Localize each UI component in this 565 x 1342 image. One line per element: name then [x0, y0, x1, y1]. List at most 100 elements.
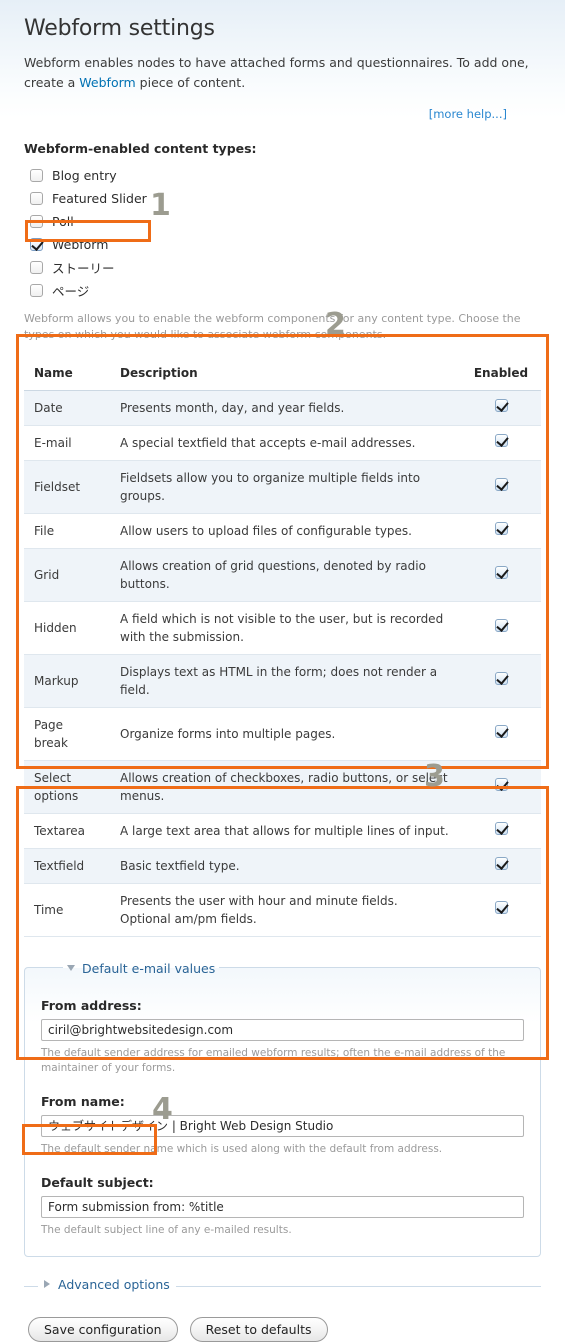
- checkbox-enabled-markup[interactable]: [494, 672, 508, 685]
- more-help-row: [more help...]: [24, 107, 541, 121]
- from-name-input[interactable]: [41, 1114, 524, 1137]
- component-description: Allows creation of checkboxes, radio but…: [110, 760, 461, 814]
- component-description: Organize forms into multiple pages.: [110, 707, 461, 761]
- component-description: Fieldsets allow you to organize multiple…: [110, 460, 461, 514]
- checkbox-enabled-textfield[interactable]: [494, 857, 508, 870]
- component-name: Time: [24, 883, 110, 937]
- component-name: Page break: [24, 707, 110, 761]
- content-types-list: Blog entry Featured Slider Poll Webform …: [24, 164, 541, 302]
- table-row: File Allow users to upload files of conf…: [24, 513, 541, 549]
- checkbox-webform[interactable]: [30, 238, 43, 251]
- component-name: Hidden: [24, 601, 110, 655]
- content-type-label: Poll: [52, 214, 74, 229]
- default-email-values-fieldset: Default e-mail values From address: The …: [24, 959, 541, 1257]
- table-header-row: Name Description Enabled: [24, 357, 541, 391]
- component-description: Displays text as HTML in the form; does …: [110, 654, 461, 708]
- component-description: Allows creation of grid questions, denot…: [110, 548, 461, 602]
- checkbox-enabled-textarea[interactable]: [494, 822, 508, 835]
- save-configuration-button[interactable]: Save configuration: [28, 1316, 178, 1342]
- component-description: Presents the user with hour and minute f…: [110, 883, 461, 937]
- content-types-label: Webform-enabled content types:: [24, 141, 257, 156]
- checkbox-enabled-fieldset[interactable]: [494, 478, 508, 491]
- table-row: Time Presents the user with hour and min…: [24, 883, 541, 937]
- checkbox-blog-entry[interactable]: [30, 169, 43, 182]
- component-description: A large text area that allows for multip…: [110, 813, 461, 849]
- checkbox-poll[interactable]: [30, 215, 43, 228]
- page-intro: Webform enables nodes to have attached f…: [24, 53, 534, 93]
- component-enabled-cell: [461, 548, 541, 602]
- table-row: Textarea A large text area that allows f…: [24, 813, 541, 849]
- default-email-values-legend-label: Default e-mail values: [82, 960, 216, 976]
- component-description: Presents month, day, and year fields.: [110, 390, 461, 426]
- component-name: File: [24, 513, 110, 549]
- component-enabled-cell: [461, 707, 541, 761]
- reset-to-defaults-button[interactable]: Reset to defaults: [189, 1316, 328, 1342]
- content-type-label: Featured Slider: [52, 191, 147, 206]
- content-type-row[interactable]: ページ: [24, 279, 541, 302]
- component-enabled-cell: [461, 883, 541, 937]
- column-header-description: Description: [110, 357, 461, 391]
- component-description: A special textfield that accepts e-mail …: [110, 425, 461, 461]
- component-name: E-mail: [24, 425, 110, 461]
- content-type-row[interactable]: Featured Slider: [24, 187, 541, 210]
- component-enabled-cell: [461, 813, 541, 849]
- component-name: Date: [24, 390, 110, 426]
- checkbox-enabled-time[interactable]: [494, 901, 508, 914]
- checkbox-enabled-file[interactable]: [494, 522, 508, 535]
- from-address-label: From address:: [41, 997, 142, 1013]
- checkbox-page[interactable]: [30, 284, 43, 297]
- component-enabled-cell: [461, 425, 541, 461]
- component-name: Textfield: [24, 848, 110, 884]
- component-description: Allow users to upload files of configura…: [110, 513, 461, 549]
- content-type-row[interactable]: Blog entry: [24, 164, 541, 187]
- component-name: Grid: [24, 548, 110, 602]
- more-help-link[interactable]: more help...: [433, 107, 502, 121]
- table-row: Select options Allows creation of checkb…: [24, 760, 541, 814]
- content-type-label: ページ: [52, 284, 90, 299]
- form-actions: Save configuration Reset to defaults: [24, 1316, 541, 1342]
- checkbox-enabled-email[interactable]: [494, 434, 508, 447]
- advanced-options-legend[interactable]: Advanced options: [38, 1276, 176, 1292]
- content-type-row[interactable]: ストーリー: [24, 256, 541, 279]
- column-header-name: Name: [24, 357, 110, 391]
- table-row: Page break Organize forms into multiple …: [24, 707, 541, 761]
- component-enabled-cell: [461, 848, 541, 884]
- component-name: Textarea: [24, 813, 110, 849]
- from-name-hint: The default sender name which is used al…: [41, 1142, 443, 1155]
- advanced-options-fieldset: Advanced options: [24, 1276, 541, 1297]
- components-table-body: Date Presents month, day, and year field…: [24, 390, 541, 937]
- table-row: Hidden A field which is not visible to t…: [24, 601, 541, 655]
- checkbox-enabled-grid[interactable]: [494, 566, 508, 579]
- component-name: Fieldset: [24, 460, 110, 514]
- checkbox-enabled-page-break[interactable]: [494, 725, 508, 738]
- component-description: A field which is not visible to the user…: [110, 601, 461, 655]
- checkbox-enabled-date[interactable]: [494, 399, 508, 412]
- checkbox-featured-slider[interactable]: [30, 192, 43, 205]
- component-enabled-cell: [461, 654, 541, 708]
- default-subject-input[interactable]: [41, 1195, 524, 1218]
- webform-content-link[interactable]: Webform: [79, 75, 135, 90]
- component-name: Markup: [24, 654, 110, 708]
- more-help-close-bracket: ]: [502, 107, 508, 121]
- from-address-hint: The default sender address for emailed w…: [41, 1046, 506, 1074]
- table-row: Grid Allows creation of grid questions, …: [24, 548, 541, 602]
- page-title: Webform settings: [24, 16, 215, 41]
- content-type-label: Webform: [52, 237, 109, 252]
- default-email-values-legend[interactable]: Default e-mail values: [63, 959, 219, 976]
- component-enabled-cell: [461, 601, 541, 655]
- from-name-label: From name:: [41, 1093, 125, 1109]
- checkbox-enabled-hidden[interactable]: [494, 619, 508, 632]
- component-enabled-cell: [461, 760, 541, 814]
- from-address-input[interactable]: [41, 1018, 524, 1041]
- content-type-row[interactable]: Poll: [24, 210, 541, 233]
- content-type-row[interactable]: Webform: [24, 233, 541, 256]
- checkbox-enabled-select-options[interactable]: [494, 778, 508, 791]
- component-name: Select options: [24, 760, 110, 814]
- checkbox-story[interactable]: [30, 261, 43, 274]
- content-types-hint: Webform allows you to enable the webform…: [24, 312, 521, 341]
- chevron-right-icon: [44, 1280, 50, 1288]
- content-type-label: Blog entry: [52, 168, 117, 183]
- column-header-enabled: Enabled: [461, 357, 541, 391]
- default-subject-hint: The default subject line of any e-mailed…: [41, 1223, 292, 1236]
- table-row: Textfield Basic textfield type.: [24, 848, 541, 884]
